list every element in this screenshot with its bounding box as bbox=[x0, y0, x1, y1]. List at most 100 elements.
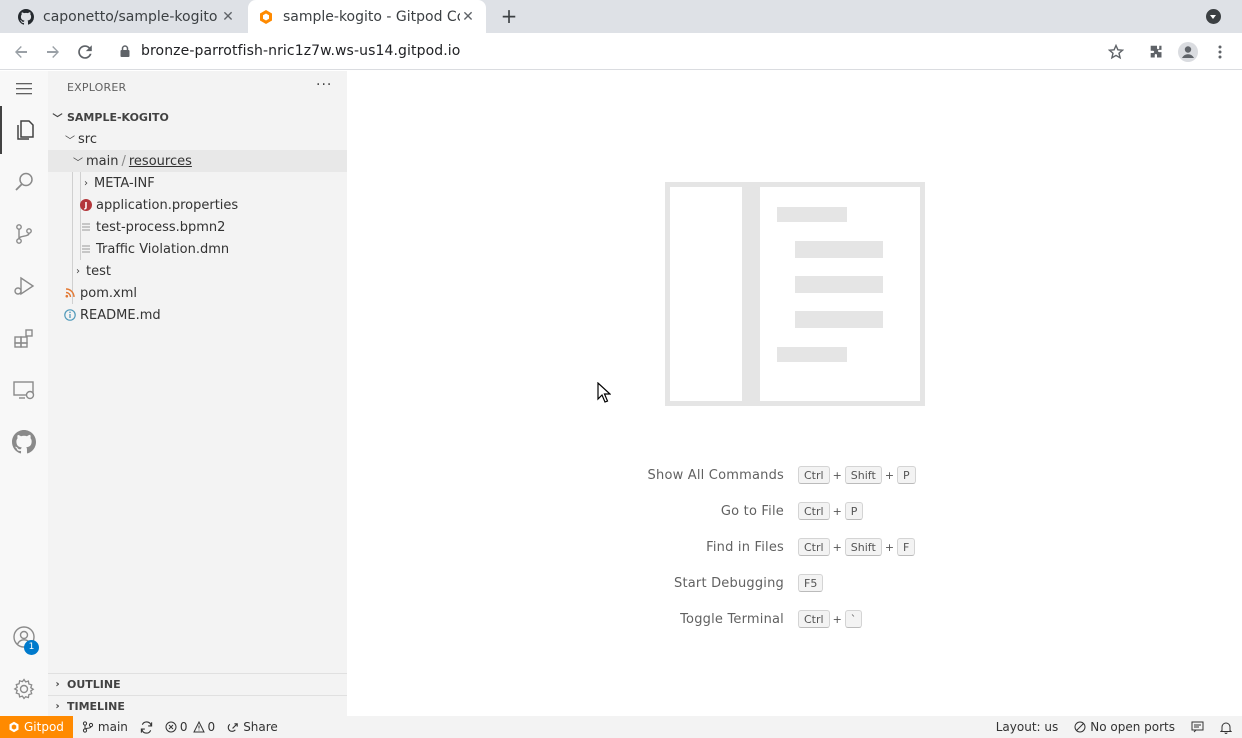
git-branch-item[interactable]: main bbox=[73, 716, 134, 738]
sync-icon[interactable] bbox=[134, 716, 159, 738]
forward-icon[interactable] bbox=[41, 40, 65, 64]
workspace-root-header[interactable]: ﹀ SAMPLE-KOGITO bbox=[48, 106, 347, 128]
tree-item-pom[interactable]: pom.xml bbox=[48, 282, 347, 304]
keybinding-key: Ctrl bbox=[798, 610, 830, 628]
chevron-right-icon: › bbox=[55, 679, 60, 690]
tree-item-readme[interactable]: README.md bbox=[48, 304, 347, 326]
shortcut-label: Start Debugging bbox=[674, 575, 784, 591]
layout-label: Layout: us bbox=[995, 720, 1059, 734]
outline-section-header[interactable]: › OUTLINE bbox=[48, 673, 347, 695]
share-icon bbox=[227, 722, 238, 732]
ports-item[interactable]: No open ports bbox=[1068, 716, 1185, 738]
tree-item-label: META-INF bbox=[94, 175, 155, 191]
browser-menu-icon[interactable] bbox=[1208, 40, 1232, 64]
keybinding-key: F bbox=[897, 538, 916, 556]
explorer-title: EXPLORER bbox=[67, 81, 127, 94]
tree-item-main-resources[interactable]: ﹀ main / resources bbox=[48, 150, 347, 172]
settings-gear-icon[interactable] bbox=[0, 665, 48, 713]
reload-icon[interactable] bbox=[73, 40, 97, 64]
git-branch-icon bbox=[82, 721, 94, 733]
chevron-down-icon: ﹀ bbox=[52, 113, 63, 125]
close-tab-icon[interactable]: ✕ bbox=[460, 9, 476, 25]
timeline-section-header[interactable]: › TIMELINE bbox=[48, 695, 347, 717]
tab-gitpod[interactable]: sample-kogito - Gitpod Co ✕ bbox=[248, 0, 486, 33]
tree-item-meta-inf[interactable]: › META-INF bbox=[48, 172, 347, 194]
more-actions-icon[interactable]: ··· bbox=[316, 77, 332, 93]
gitpod-icon bbox=[260, 9, 272, 24]
tree-item-label: src bbox=[78, 131, 97, 147]
branch-label: main bbox=[97, 720, 128, 734]
tab-title: caponetto/sample-kogito bbox=[43, 8, 218, 25]
rss-xml-icon bbox=[62, 285, 78, 301]
bookmark-star-icon[interactable] bbox=[1104, 40, 1128, 64]
chevron-down-icon: ﹀ bbox=[65, 135, 75, 147]
tree-item-src[interactable]: ﹀ src bbox=[48, 128, 347, 150]
tree-item-label: README.md bbox=[80, 307, 161, 323]
warning-count: 0 bbox=[207, 720, 216, 734]
github-view-icon[interactable] bbox=[0, 418, 48, 466]
shortcut-find-in-files: Find in Files Ctrl + Shift + F bbox=[547, 536, 947, 558]
chevron-right-icon: › bbox=[84, 177, 88, 189]
source-control-icon[interactable] bbox=[0, 210, 48, 258]
share-item[interactable]: Share bbox=[221, 716, 284, 738]
feedback-icon[interactable] bbox=[1185, 716, 1214, 738]
tree-item-application-properties[interactable]: J application.properties bbox=[48, 194, 347, 216]
share-label: Share bbox=[243, 720, 278, 734]
error-count: 0 bbox=[179, 720, 188, 734]
warning-icon bbox=[192, 721, 205, 733]
url-field[interactable]: bronze-parrotfish-nric1z7w.ws-us14.gitpo… bbox=[141, 43, 460, 59]
search-icon[interactable] bbox=[0, 158, 48, 206]
tree-item-dmn[interactable]: Traffic Violation.dmn bbox=[48, 238, 347, 260]
tab-github[interactable]: caponetto/sample-kogito ✕ bbox=[8, 0, 246, 33]
tree-item-label: main bbox=[86, 153, 119, 169]
keyboard-layout-item[interactable]: Layout: us bbox=[990, 716, 1069, 738]
gitpod-icon bbox=[9, 721, 19, 733]
path-separator: / bbox=[121, 153, 126, 169]
tree-item-label: resources bbox=[128, 153, 192, 169]
keybinding-key: P bbox=[897, 466, 916, 484]
notifications-bell-icon[interactable] bbox=[1214, 716, 1242, 738]
tab-title: sample-kogito - Gitpod Co bbox=[283, 8, 460, 25]
activity-bar: 1 bbox=[0, 71, 48, 716]
shortcut-label: Show All Commands bbox=[647, 467, 784, 483]
tree-item-label: test-process.bpmn2 bbox=[96, 219, 226, 235]
remote-label: Gitpod bbox=[24, 720, 64, 734]
back-icon[interactable] bbox=[9, 40, 33, 64]
accounts-badge: 1 bbox=[24, 640, 39, 655]
github-icon bbox=[18, 8, 34, 25]
editor-watermark-logo bbox=[665, 182, 925, 406]
tree-item-label: pom.xml bbox=[80, 285, 137, 301]
tree-item-label: test bbox=[86, 263, 111, 279]
ports-label: No open ports bbox=[1090, 720, 1175, 734]
mouse-cursor-icon bbox=[597, 382, 611, 403]
chevron-right-icon: › bbox=[55, 701, 60, 712]
problems-item[interactable]: 0 0 bbox=[159, 716, 221, 738]
tree-item-bpmn[interactable]: test-process.bpmn2 bbox=[48, 216, 347, 238]
run-debug-icon[interactable] bbox=[0, 262, 48, 310]
profile-avatar-icon[interactable] bbox=[1176, 40, 1200, 64]
no-ports-icon bbox=[1074, 721, 1086, 733]
lock-icon[interactable] bbox=[118, 44, 132, 58]
keybinding-key: ` bbox=[844, 610, 863, 628]
error-icon bbox=[165, 721, 177, 733]
tab-search-icon[interactable] bbox=[1206, 9, 1221, 24]
remote-indicator[interactable]: Gitpod bbox=[0, 716, 73, 738]
tree-item-test[interactable]: › test bbox=[48, 260, 347, 282]
svg-text:J: J bbox=[84, 201, 88, 210]
shortcut-label: Go to File bbox=[720, 503, 784, 519]
remote-explorer-icon[interactable] bbox=[0, 366, 48, 414]
close-tab-icon[interactable]: ✕ bbox=[220, 9, 236, 25]
explorer-icon[interactable] bbox=[0, 106, 48, 154]
tree-item-label: Traffic Violation.dmn bbox=[96, 241, 230, 257]
accounts-icon[interactable]: 1 bbox=[0, 613, 48, 661]
extensions-view-icon[interactable] bbox=[0, 314, 48, 362]
new-tab-button[interactable]: + bbox=[498, 5, 520, 27]
extensions-icon[interactable] bbox=[1144, 40, 1168, 64]
shortcut-label: Find in Files bbox=[706, 539, 784, 555]
shortcut-go-to-file: Go to File Ctrl + P bbox=[547, 500, 947, 522]
chevron-right-icon: › bbox=[76, 265, 80, 277]
info-icon bbox=[62, 307, 78, 323]
timeline-label: TIMELINE bbox=[67, 700, 125, 713]
editor-area[interactable]: Show All Commands Ctrl + Shift + P Go to F… bbox=[347, 71, 1242, 716]
status-bar: Gitpod main 0 0 Share Layout: us No open… bbox=[0, 716, 1242, 738]
